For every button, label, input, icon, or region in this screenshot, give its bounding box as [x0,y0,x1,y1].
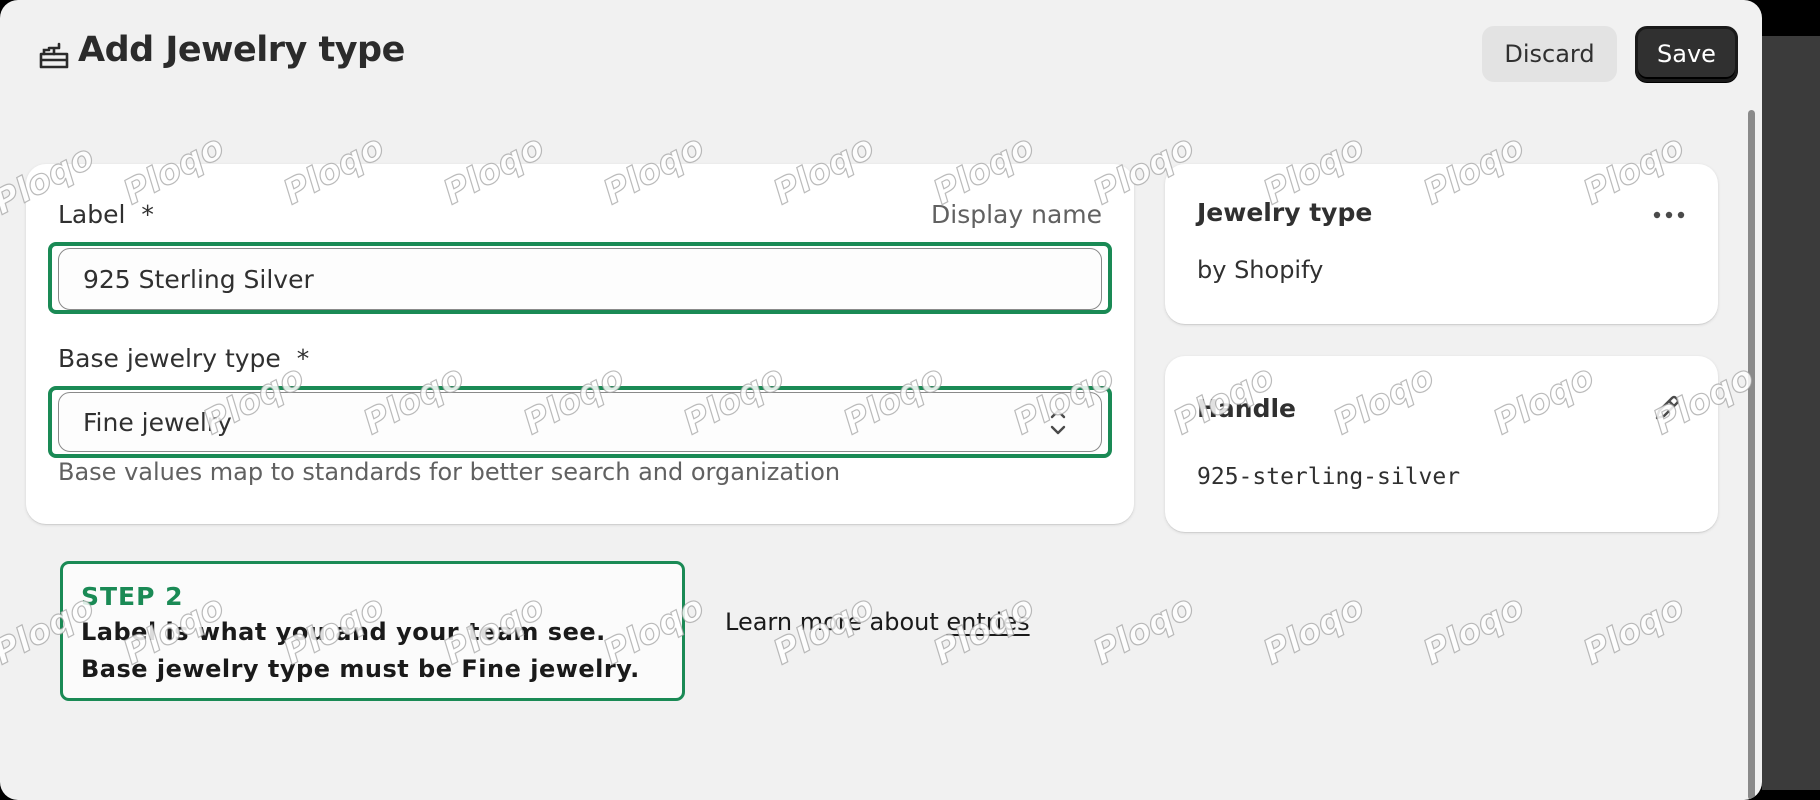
required-mark: * [296,344,310,373]
entry-form-card: Label * Display name 925 Sterling Silver… [26,164,1134,524]
display-name-hint: Display name [931,200,1102,229]
handle-card-title: Handle [1197,394,1297,423]
base-type-field-label: Base jewelry type * [58,344,310,373]
base-type-select[interactable]: Fine jewelry [58,392,1102,452]
more-actions-icon[interactable] [1652,210,1686,220]
step-title: STEP 2 [81,582,184,611]
watermark: Ploqo [1086,586,1201,673]
add-entry-modal: Add Jewelry type Discard Save Label * Di… [0,0,1762,800]
step-line-1: Label is what you and your team see. [81,618,606,646]
required-mark: * [141,200,154,229]
handle-card: Handle 925-sterling-silver [1165,356,1718,532]
step-instruction-box: STEP 2 Label is what you and your team s… [60,561,685,701]
save-button[interactable]: Save [1635,26,1738,82]
scrollbar-thumb[interactable] [1748,110,1755,800]
step-line-2: Base jewelry type must be Fine jewelry. [81,655,640,683]
watermark: Ploqo [1416,586,1531,673]
label-input[interactable]: 925 Sterling Silver [58,248,1102,310]
discard-button[interactable]: Discard [1482,26,1617,82]
page-title: Add Jewelry type [78,30,405,70]
edit-pencil-icon[interactable] [1651,392,1683,424]
watermark: Ploqo [1256,586,1371,673]
label-field-label: Label * [58,200,154,229]
type-card-subtitle: by Shopify [1197,256,1324,284]
watermark: Ploqo [1576,586,1691,673]
modal-header: Add Jewelry type Discard Save [0,0,1762,110]
base-type-selected-value: Fine jewelry [83,407,232,437]
type-card-title: Jewelry type [1197,198,1373,227]
metaobject-icon [39,42,69,69]
entries-link[interactable]: entries [946,608,1029,636]
learn-more-text: Learn more about entries [725,608,1030,636]
handle-value: 925-sterling-silver [1197,464,1461,490]
base-type-help-text: Base values map to standards for better … [58,458,841,486]
select-chevron-icon [1050,409,1066,435]
backdrop-panel [1762,36,1820,790]
type-info-card: Jewelry type by Shopify [1165,164,1718,324]
